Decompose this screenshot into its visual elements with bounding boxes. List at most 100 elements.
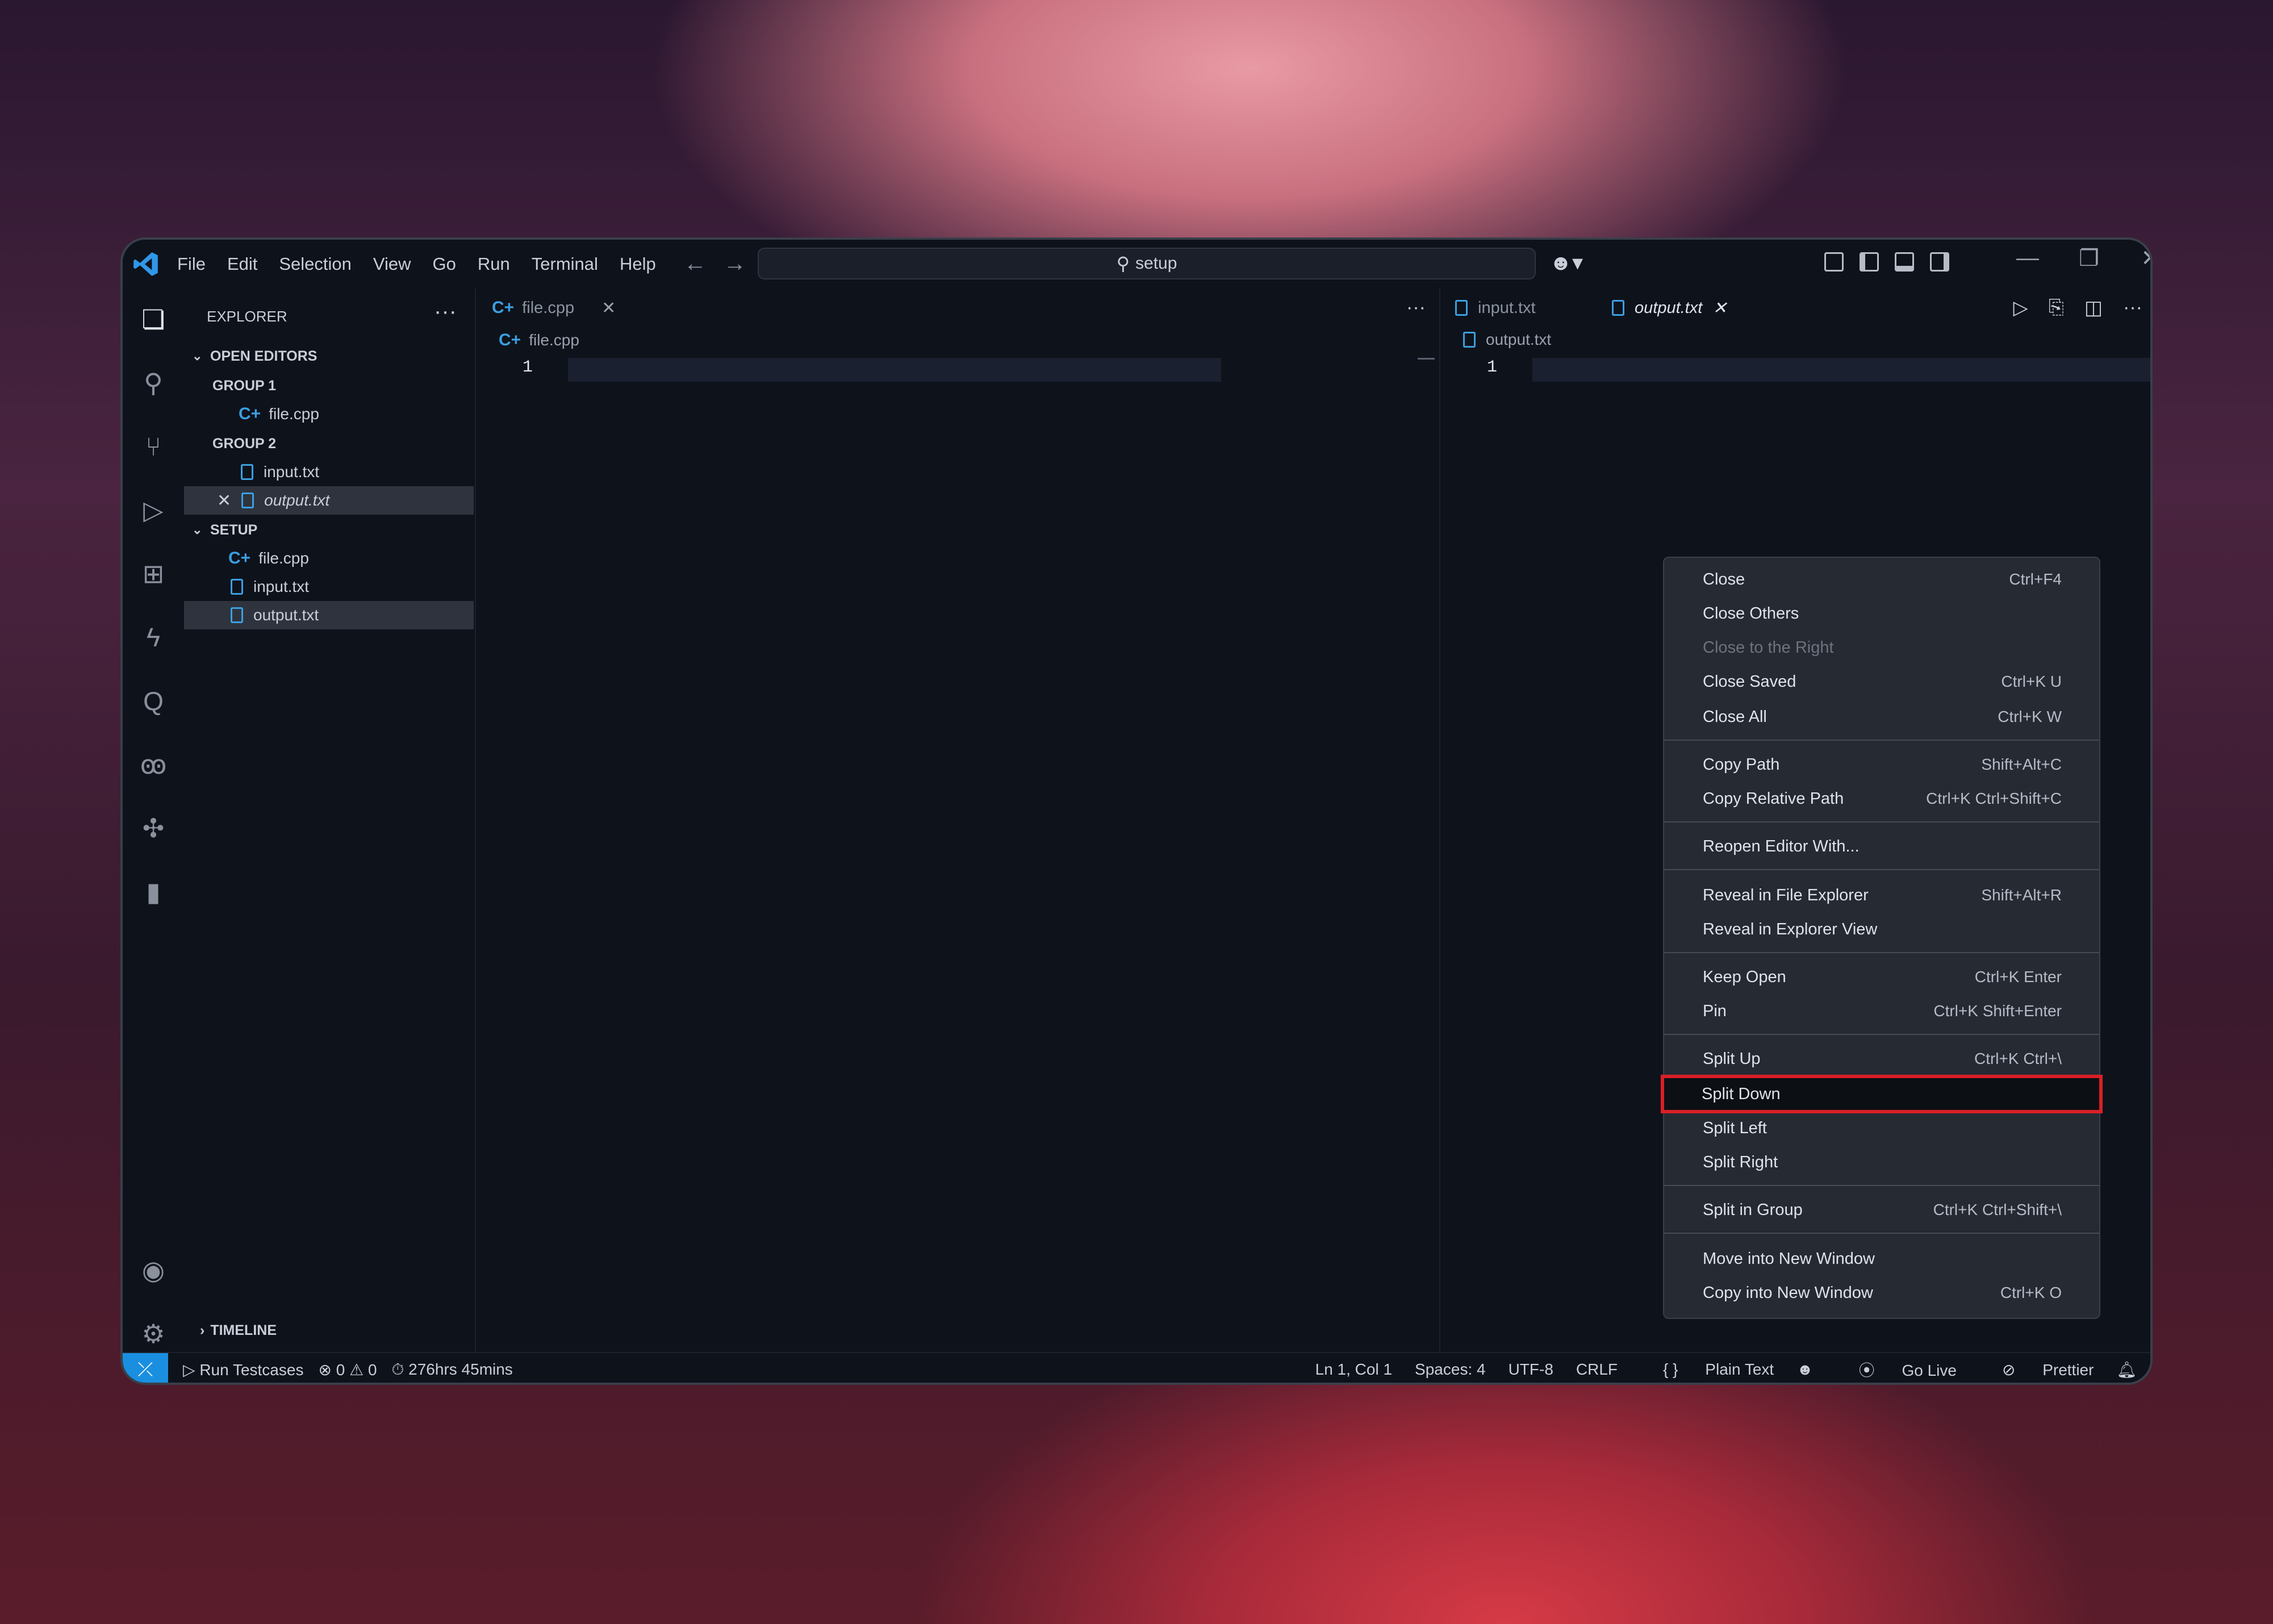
menu-item-reopen-editor-with[interactable]: Reopen Editor With... [1664,829,2099,863]
search-icon: ⚲ [1116,253,1130,274]
toggle-secondary-sidebar-icon[interactable] [1930,252,1949,272]
menu-item-close-all[interactable]: Close All Ctrl+K W [1664,700,2099,734]
q-extension-icon[interactable]: Q [137,685,169,717]
toggle-panel-icon[interactable] [1895,252,1914,272]
restore-icon[interactable]: ❐ [2058,245,2120,272]
customize-layout-icon[interactable] [1824,252,1844,272]
menu-run[interactable]: Run [478,254,510,274]
setup-folder-header[interactable]: ⌄ SETUP [184,516,474,544]
menu-item-keep-open[interactable]: Keep Open Ctrl+K Enter [1664,960,2099,994]
close-icon[interactable]: ✕ [601,298,616,318]
open-changes-icon[interactable]: ⎘ [2049,297,2064,319]
menu-item-split-down[interactable]: Split Down [1661,1075,2103,1113]
command-center-search[interactable]: ⚲ setup [758,248,1536,279]
explorer-icon[interactable]: ❏ [137,303,169,335]
prettier-icon: ⊘ [2002,1360,2016,1379]
group2-label: GROUP 2 [212,435,277,452]
search-view-icon[interactable]: ⚲ [137,367,169,399]
more-actions-icon[interactable]: ··· [434,299,457,324]
extensions-icon[interactable]: ⊞ [137,558,169,590]
tab-file-cpp[interactable]: C+ file.cpp ✕ [492,289,616,327]
close-icon[interactable]: ✕ [1712,298,1727,318]
close-icon[interactable]: ✕ [217,491,231,511]
menu-item-shortcut: Ctrl+K U [2001,673,2062,690]
menu-item-close[interactable]: Close Ctrl+F4 [1664,562,2099,596]
minimap[interactable] [1418,358,1435,360]
menu-item-split-right[interactable]: Split Right [1664,1145,2099,1179]
copilot-status-icon[interactable]: ☻ [1796,1360,1813,1379]
tab-label: file.cpp [522,298,575,317]
menu-item-reveal-file-explorer[interactable]: Reveal in File Explorer Shift+Alt+R [1664,878,2099,912]
menu-edit[interactable]: Edit [227,254,257,274]
language-mode[interactable]: { } Plain Text [1640,1360,1774,1379]
menu-item-pin[interactable]: Pin Ctrl+K Shift+Enter [1664,994,2099,1028]
menu-item-split-left[interactable]: Split Left [1664,1111,2099,1145]
toggle-sidebar-icon[interactable] [1860,252,1879,272]
warning-icon: ⚠ [349,1360,364,1379]
open-editor-file-cpp[interactable]: C+ file.cpp [184,400,474,428]
menu-file[interactable]: File [177,254,206,274]
menu-item-copy-path[interactable]: Copy Path Shift+Alt+C [1664,748,2099,782]
more-actions-icon[interactable]: ··· [1406,297,1426,319]
time-tracker[interactable]: ⏱ 276hrs 45mins [392,1360,513,1379]
menu-item-copy-relative-path[interactable]: Copy Relative Path Ctrl+K Ctrl+Shift+C [1664,782,2099,816]
menu-view[interactable]: View [373,254,411,274]
close-window-icon[interactable]: ✕ [2120,245,2150,272]
run-debug-icon[interactable]: ▷ [137,494,169,526]
menu-item-label: Close Saved [1703,672,1796,691]
minimize-icon[interactable]: — [1997,245,2058,272]
account-icon[interactable]: ◉ [137,1254,169,1286]
prettier-status[interactable]: ⊘ Prettier [1979,1360,2094,1379]
run-testcases-button[interactable]: ▷ Run Testcases [183,1360,303,1379]
more-actions-icon[interactable]: ··· [2123,297,2142,319]
menu-item-close-others[interactable]: Close Others [1664,596,2099,631]
tree-input-txt[interactable]: input.txt [184,573,474,601]
menu-item-shortcut: Shift+Alt+C [1981,755,2062,773]
indentation[interactable]: Spaces: 4 [1415,1360,1486,1379]
face-extension-icon[interactable]: ꙭ [137,749,169,780]
tab-output-txt[interactable]: output.txt ✕ [1612,289,1727,327]
timeline-header[interactable]: › TIMELINE [200,1322,277,1339]
menu-item-split-up[interactable]: Split Up Ctrl+K Ctrl+\ [1664,1042,2099,1076]
menu-item-label: Close All [1703,707,1767,726]
tree-file-cpp[interactable]: C+ file.cpp [184,544,474,573]
problems-indicator[interactable]: ⊗ 0 ⚠ 0 [318,1360,377,1379]
menu-selection[interactable]: Selection [279,254,352,274]
group2-header: GROUP 2 [184,429,474,458]
notifications-bell-icon[interactable]: 🔔︎ [2116,1360,2137,1379]
open-editor-output-txt[interactable]: ✕ output.txt [184,486,474,515]
menu-item-close-saved[interactable]: Close Saved Ctrl+K U [1664,665,2099,699]
menu-help[interactable]: Help [620,254,656,274]
menu-item-reveal-explorer-view[interactable]: Reveal in Explorer View [1664,912,2099,946]
current-line-highlight[interactable] [1532,358,2150,382]
line-ending[interactable]: CRLF [1576,1360,1618,1379]
open-editor-file-label: output.txt [264,491,330,509]
menu-item-move-new-window[interactable]: Move into New Window [1664,1242,2099,1276]
copilot-icon[interactable]: ☻▾ [1549,250,1583,275]
remote-indicator-icon[interactable]: ⤫ [123,1353,168,1383]
menu-item-split-in-group[interactable]: Split in Group Ctrl+K Ctrl+Shift+\ [1664,1193,2099,1227]
tree-output-txt[interactable]: output.txt [184,601,474,629]
editor-actions: ▷ ⎘ ◫ ··· [1993,297,2142,319]
current-line-highlight[interactable] [568,358,1221,382]
breadcrumb[interactable]: output.txt [1463,331,1551,349]
menu-terminal[interactable]: Terminal [532,254,598,274]
menu-item-copy-new-window[interactable]: Copy into New Window Ctrl+K O [1664,1276,2099,1310]
menu-go[interactable]: Go [433,254,456,274]
settings-gear-icon[interactable]: ⚙ [137,1318,169,1350]
lightning-icon[interactable]: ϟ [137,621,169,653]
source-control-icon[interactable]: ⑂ [137,431,169,462]
open-editors-header[interactable]: ⌄ OPEN EDITORS [184,342,474,370]
figma-icon[interactable]: ✣ [137,812,169,844]
back-arrow-icon[interactable]: ← [684,251,724,276]
encoding[interactable]: UTF-8 [1509,1360,1553,1379]
go-live-button[interactable]: ⦿ Go Live [1836,1358,1957,1381]
tab-input-txt[interactable]: input.txt [1455,289,1603,327]
chart-extension-icon[interactable]: ▮ [137,876,169,908]
title-bar: File Edit Selection View Go Run Terminal… [123,240,2150,289]
open-editor-input-txt[interactable]: input.txt [184,458,474,486]
split-editor-icon[interactable]: ◫ [2084,297,2103,319]
run-icon[interactable]: ▷ [2013,297,2028,319]
breadcrumb[interactable]: C+ file.cpp [499,331,579,350]
cursor-position[interactable]: Ln 1, Col 1 [1315,1360,1392,1379]
